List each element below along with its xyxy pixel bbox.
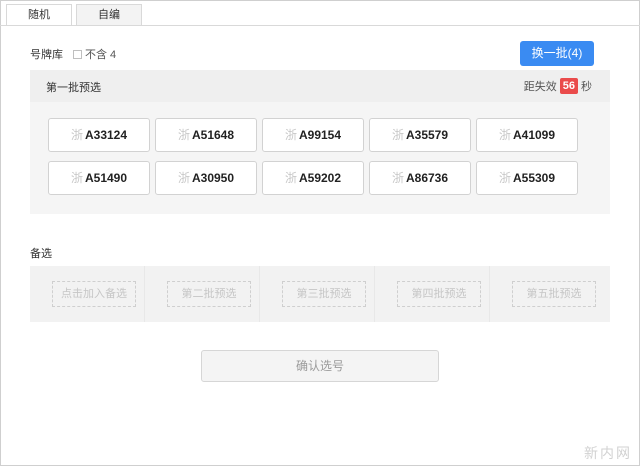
plate-province: 浙 (391, 171, 404, 185)
tab-random-label: 随机 (28, 9, 50, 21)
plate-province: 浙 (177, 171, 190, 185)
plate-number: A35579 (405, 128, 449, 142)
tab-divider (0, 25, 640, 26)
tab-random[interactable]: 随机 (6, 4, 72, 26)
plate-province: 浙 (70, 128, 83, 142)
plate-province: 浙 (391, 128, 404, 142)
plate-option[interactable]: 浙 A99154 (262, 118, 364, 152)
watermark: 新内网 (584, 445, 632, 461)
plate-number: A99154 (298, 128, 342, 142)
plate-province: 浙 (70, 171, 83, 185)
plate-number: A86736 (405, 171, 449, 185)
backup-slot[interactable]: 第二批预选 (167, 281, 251, 307)
plate-option[interactable]: 浙 A59202 (262, 161, 364, 195)
plate-province: 浙 (498, 171, 511, 185)
plate-province: 浙 (284, 171, 297, 185)
plate-number: A41099 (512, 128, 556, 142)
backup-cell: 第三批预选 (260, 266, 375, 322)
countdown-seconds-badge: 56 (559, 78, 578, 94)
plate-province: 浙 (498, 128, 511, 142)
plate-option[interactable]: 浙 A35579 (369, 118, 471, 152)
backup-slot[interactable]: 点击加入备选 (52, 281, 136, 307)
plate-option[interactable]: 浙 A86736 (369, 161, 471, 195)
plate-number: A59202 (298, 171, 342, 185)
batch-title: 第一批预选 (46, 82, 101, 94)
batch-header: 第一批预选 距失效 56 秒 (30, 70, 610, 102)
swap-batch-button[interactable]: 换一批(4) (520, 41, 594, 66)
plate-option[interactable]: 浙 A33124 (48, 118, 150, 152)
plate-option[interactable]: 浙 A51490 (48, 161, 150, 195)
exclude-four-checkbox[interactable] (73, 49, 82, 59)
backup-cell: 第二批预选 (145, 266, 260, 322)
plate-number: A51490 (84, 171, 128, 185)
pool-row: 号牌库 不含 4 (30, 46, 116, 62)
countdown: 距失效 56 秒 (524, 77, 592, 95)
backup-cell: 第五批预选 (490, 266, 610, 322)
countdown-unit: 秒 (581, 81, 592, 93)
batch-panel: 第一批预选 距失效 56 秒 浙 A33124 浙 A51648 浙 A99154 浙… (30, 70, 610, 214)
countdown-prefix: 距失效 (523, 81, 557, 93)
exclude-four-label[interactable]: 不含 4 (85, 46, 116, 62)
plate-number: A51648 (191, 128, 235, 142)
plate-option[interactable]: 浙 A41099 (476, 118, 578, 152)
plate-option[interactable]: 浙 A55309 (476, 161, 578, 195)
plate-option[interactable]: 浙 A51648 (155, 118, 257, 152)
tab-custom[interactable]: 自编 (76, 4, 142, 26)
confirm-selection-button[interactable]: 确认选号 (201, 350, 439, 382)
plate-option[interactable]: 浙 A30950 (155, 161, 257, 195)
backup-slot[interactable]: 第四批预选 (397, 281, 481, 307)
tab-custom-label: 自编 (98, 9, 120, 21)
backup-label: 备选 (30, 248, 52, 260)
backup-cell: 点击加入备选 (30, 266, 145, 322)
backup-slot[interactable]: 第三批预选 (282, 281, 366, 307)
plate-province: 浙 (177, 128, 190, 142)
plate-number: A33124 (84, 128, 128, 142)
backup-bar: 点击加入备选 第二批预选 第三批预选 第四批预选 第五批预选 (30, 266, 610, 322)
plate-province: 浙 (284, 128, 297, 142)
plate-number: A55309 (512, 171, 556, 185)
backup-cell: 第四批预选 (375, 266, 490, 322)
backup-slot[interactable]: 第五批预选 (512, 281, 596, 307)
pool-label: 号牌库 (30, 49, 63, 61)
plate-number: A30950 (191, 171, 235, 185)
